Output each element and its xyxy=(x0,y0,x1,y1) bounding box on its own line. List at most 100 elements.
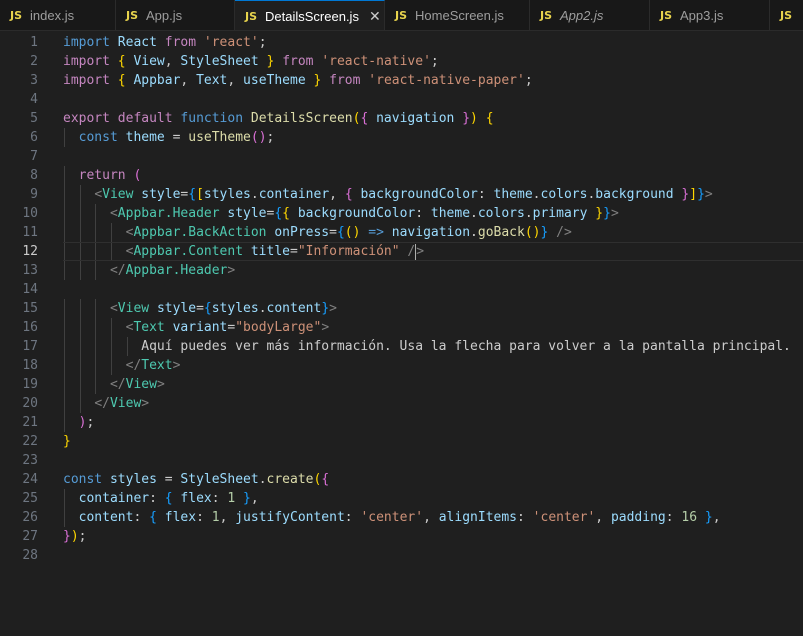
code-text: import { Appbar, Text, useTheme } from '… xyxy=(63,73,533,88)
code-line[interactable]: 25 container: { flex: 1 }, xyxy=(0,489,803,508)
code-line[interactable]: 14 xyxy=(0,280,803,299)
code-line[interactable]: 6 const theme = useTheme(); xyxy=(0,128,803,147)
javascript-file-icon: JS xyxy=(126,9,139,22)
code-line[interactable]: 18 </Text> xyxy=(0,356,803,375)
code-line[interactable]: 27}); xyxy=(0,527,803,546)
javascript-file-icon: JS xyxy=(245,9,258,23)
tab-app2-js[interactable]: JS App2.js xyxy=(530,0,650,30)
line-number: 17 xyxy=(22,339,38,354)
line-number: 13 xyxy=(22,263,38,278)
code-line[interactable]: 7 xyxy=(0,147,803,166)
code-text: content: { flex: 1, justifyContent: 'cen… xyxy=(78,510,721,525)
code-line[interactable]: 11 <Appbar.BackAction onPress={() => nav… xyxy=(0,223,803,242)
line-number: 7 xyxy=(30,149,38,164)
line-number: 23 xyxy=(22,453,38,468)
code-line[interactable]: 26 content: { flex: 1, justifyContent: '… xyxy=(0,508,803,527)
line-number: 12 xyxy=(22,244,38,259)
javascript-file-icon: JS xyxy=(540,9,553,22)
line-number: 15 xyxy=(22,301,38,316)
code-text: </View> xyxy=(94,396,150,411)
code-line[interactable]: 16 <Text variant="bodyLarge"> xyxy=(0,318,803,337)
tab-details-screen-js[interactable]: JS DetailsScreen.js ✕ xyxy=(235,0,385,30)
line-number: 22 xyxy=(22,434,38,449)
line-number: 9 xyxy=(30,187,38,202)
tab-label: App2.js xyxy=(560,8,604,23)
code-text: import { View, StyleSheet } from 'react-… xyxy=(63,54,439,69)
line-number: 28 xyxy=(22,548,38,563)
code-text: <View style={[styles.container, { backgr… xyxy=(94,187,713,202)
code-line[interactable]: 9 <View style={[styles.container, { back… xyxy=(0,185,803,204)
line-number: 18 xyxy=(22,358,38,373)
line-number: 16 xyxy=(22,320,38,335)
code-text: container: { flex: 1 }, xyxy=(78,491,259,506)
tab-index-js[interactable]: JS index.js xyxy=(0,0,116,30)
code-text: </Appbar.Header> xyxy=(109,263,236,278)
javascript-file-icon: JS xyxy=(395,9,408,22)
line-number: 19 xyxy=(22,377,38,392)
code-text: }); xyxy=(63,529,87,544)
line-number: 5 xyxy=(30,111,38,126)
tab-label: App.js xyxy=(146,8,183,23)
line-number: 6 xyxy=(30,130,38,145)
code-line[interactable]: 15 <View style={styles.content}> xyxy=(0,299,803,318)
code-line[interactable]: 1 import React from 'react'; xyxy=(0,33,803,52)
code-text: import React from 'react'; xyxy=(63,35,267,50)
code-line[interactable]: 8 return ( xyxy=(0,166,803,185)
tab-app-js[interactable]: JS App.js xyxy=(116,0,235,30)
line-number: 26 xyxy=(22,510,38,525)
code-text: </View> xyxy=(109,377,165,392)
code-line[interactable]: 13 </Appbar.Header> xyxy=(0,261,803,280)
line-number: 2 xyxy=(30,54,38,69)
code-line[interactable]: 24 const styles = StyleSheet.create({ xyxy=(0,470,803,489)
editor-tab-bar: JS index.js JS App.js JS DetailsScreen.js ✕ JS H… xyxy=(0,0,803,31)
code-line[interactable]: 23 xyxy=(0,451,803,470)
code-text: } xyxy=(63,434,71,449)
code-text: ); xyxy=(78,415,95,430)
line-number: 20 xyxy=(22,396,38,411)
line-number: 10 xyxy=(22,206,38,221)
tab-label: App3.js xyxy=(680,8,724,23)
line-number: 11 xyxy=(22,225,38,240)
code-text: <Appbar.Content title="Información" /> xyxy=(125,243,425,260)
code-line[interactable]: 5 export default function DetailsScreen({… xyxy=(0,109,803,128)
code-line[interactable]: 10 <Appbar.Header style={{ backgroundCol… xyxy=(0,204,803,223)
tab-overflow-js[interactable]: JS xyxy=(770,0,803,30)
code-editor[interactable]: 1 import React from 'react'; 2 import { Vie… xyxy=(0,31,803,636)
code-text: const styles = StyleSheet.create({ xyxy=(63,472,330,487)
javascript-file-icon: JS xyxy=(780,9,793,22)
code-line[interactable]: 3 import { Appbar, Text, useTheme } from … xyxy=(0,71,803,90)
line-number: 24 xyxy=(22,472,38,487)
tab-app3-js[interactable]: JS App3.js xyxy=(650,0,770,30)
code-line[interactable]: 2 import { View, StyleSheet } from 'react… xyxy=(0,52,803,71)
tab-label: index.js xyxy=(30,8,75,23)
code-line[interactable]: 19 </View> xyxy=(0,375,803,394)
close-tab-icon[interactable]: ✕ xyxy=(369,8,381,25)
line-number: 1 xyxy=(30,35,38,50)
line-number: 3 xyxy=(30,73,38,88)
line-number: 25 xyxy=(22,491,38,506)
code-text: return ( xyxy=(78,168,142,183)
code-line[interactable]: 4 xyxy=(0,90,803,109)
line-number: 14 xyxy=(22,282,38,297)
javascript-file-icon: JS xyxy=(660,9,673,22)
code-text: </Text> xyxy=(125,358,181,373)
line-number: 21 xyxy=(22,415,38,430)
code-text: const theme = useTheme(); xyxy=(78,130,275,145)
code-line[interactable]: 12 <Appbar.Content title="Información" /… xyxy=(0,242,803,261)
code-lines: 1 import React from 'react'; 2 import { Vie… xyxy=(0,33,803,565)
line-number: 8 xyxy=(30,168,38,183)
tab-label: DetailsScreen.js xyxy=(265,8,359,24)
code-text: export default function DetailsScreen({ … xyxy=(63,111,494,126)
line-number: 27 xyxy=(22,529,38,544)
code-line[interactable]: 22} xyxy=(0,432,803,451)
javascript-file-icon: JS xyxy=(10,9,23,22)
line-number: 4 xyxy=(30,92,38,107)
code-line[interactable]: 21 ); xyxy=(0,413,803,432)
tab-label: HomeScreen.js xyxy=(415,8,504,23)
code-text: <Text variant="bodyLarge"> xyxy=(125,320,330,335)
code-line[interactable]: 20 </View> xyxy=(0,394,803,413)
code-text: <View style={styles.content}> xyxy=(109,301,337,316)
code-line[interactable]: 17 Aquí puedes ver más información. Usa … xyxy=(0,337,803,356)
tab-home-screen-js[interactable]: JS HomeScreen.js xyxy=(385,0,530,30)
code-line[interactable]: 28 xyxy=(0,546,803,565)
